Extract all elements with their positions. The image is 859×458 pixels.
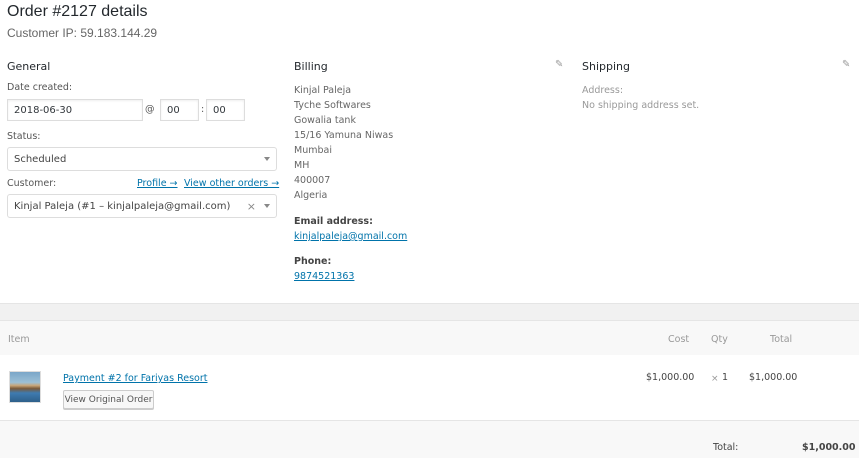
shipping-address-label: Address: — [582, 85, 624, 96]
page-title: Order #2127 details — [7, 3, 148, 20]
edit-shipping-pencil-icon[interactable]: ✎ — [842, 59, 850, 70]
date-created-label: Date created: — [7, 82, 73, 93]
column-qty: Qty — [711, 334, 728, 345]
profile-link[interactable]: Profile → — [137, 178, 178, 189]
status-label: Status: — [7, 131, 41, 142]
clear-icon[interactable]: × — [247, 200, 256, 213]
hour-value: 00 — [167, 104, 180, 116]
shipping-address-value: No shipping address set. — [582, 100, 700, 111]
view-original-order-button[interactable]: View Original Order — [63, 390, 154, 409]
view-other-orders-link[interactable]: View other orders → — [184, 178, 279, 189]
table-row: Payment #2 for Fariyas Resort View Origi… — [0, 355, 859, 420]
billing-line: Tyche Softwares — [294, 100, 371, 111]
minute-input[interactable]: 00 — [206, 99, 245, 121]
shipping-heading: Shipping — [582, 60, 630, 73]
customer-select[interactable]: Kinjal Paleja (#1 – kinjalpaleja@gmail.c… — [7, 194, 277, 218]
at-symbol: @ — [145, 104, 155, 115]
billing-line: 15/16 Yamuna Niwas — [294, 130, 394, 141]
item-name-link[interactable]: Payment #2 for Fariyas Resort — [63, 373, 208, 384]
items-header — [0, 321, 859, 355]
status-value: Scheduled — [14, 153, 67, 165]
phone-link[interactable]: 9874521363 — [294, 271, 354, 282]
general-heading: General — [7, 60, 51, 73]
billing-line: MH — [294, 160, 310, 171]
billing-address: Kinjal Paleja Tyche Softwares Gowalia ta… — [294, 83, 393, 203]
section-separator — [0, 303, 859, 321]
item-cost: $1,000.00 — [646, 372, 695, 383]
column-total: Total — [770, 334, 793, 345]
customer-value: Kinjal Paleja (#1 – kinjalpaleja@gmail.c… — [14, 200, 231, 212]
total-label: Total: — [713, 442, 739, 453]
customer-ip: Customer IP: 59.183.144.29 — [7, 26, 158, 40]
billing-heading: Billing — [294, 60, 328, 73]
billing-line: Algeria — [294, 190, 328, 201]
billing-line: Kinjal Paleja — [294, 85, 352, 96]
column-cost: Cost — [668, 334, 690, 345]
date-created-input[interactable]: 2018-06-30 — [7, 99, 143, 121]
qty-multiply: × — [711, 374, 719, 384]
item-total: $1,000.00 — [749, 372, 798, 383]
billing-line: Mumbai — [294, 145, 332, 156]
email-link[interactable]: kinjalpaleja@gmail.com — [294, 231, 407, 242]
date-created-value: 2018-06-30 — [14, 104, 73, 116]
customer-label: Customer: — [7, 178, 57, 189]
minute-value: 00 — [213, 104, 226, 116]
edit-billing-pencil-icon[interactable]: ✎ — [555, 59, 563, 70]
billing-line: 400007 — [294, 175, 331, 186]
status-select[interactable]: Scheduled — [7, 147, 277, 171]
product-thumbnail[interactable] — [9, 371, 41, 403]
time-colon: : — [201, 104, 205, 115]
divider — [0, 303, 859, 304]
total-value: $1,000.00 — [802, 442, 856, 453]
column-item: Item — [8, 334, 30, 345]
phone-label: Phone: — [294, 256, 332, 267]
item-qty: 1 — [722, 372, 729, 383]
chevron-down-icon — [264, 204, 270, 208]
email-label: Email address: — [294, 216, 373, 227]
chevron-down-icon — [264, 157, 270, 161]
billing-line: Gowalia tank — [294, 115, 356, 126]
hour-input[interactable]: 00 — [160, 99, 199, 121]
